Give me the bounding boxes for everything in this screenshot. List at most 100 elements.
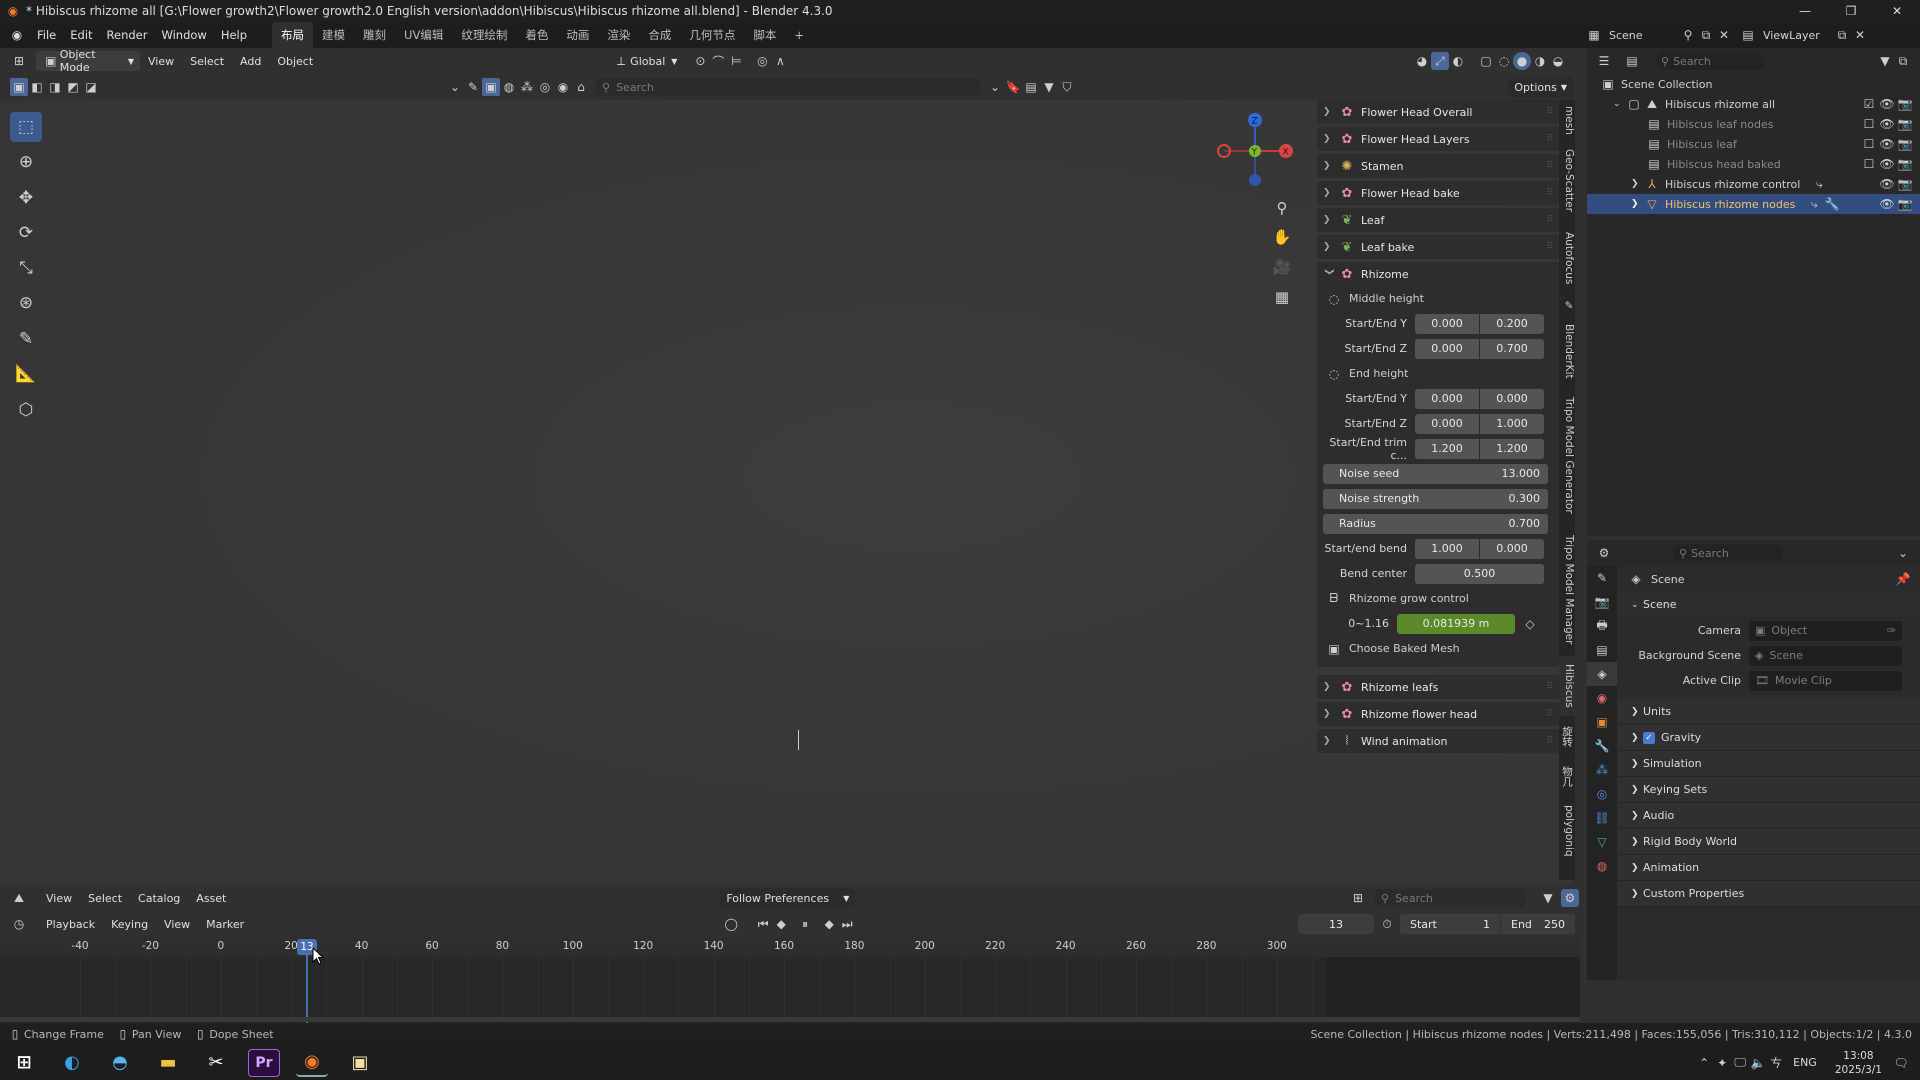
- workspace-tab-scripting[interactable]: 脚本: [744, 22, 785, 48]
- workspace-tab-compositing[interactable]: 合成: [639, 22, 680, 48]
- view-layer-tab-icon[interactable]: ▤: [1587, 638, 1617, 662]
- panel-rhizome-leafs[interactable]: ❯ ✿ Rhizome leafs ⠿: [1317, 675, 1559, 699]
- falloff-icon[interactable]: ∧: [771, 52, 789, 70]
- panel-flower-head-overall[interactable]: ❯ ✿ Flower Head Overall ⠿: [1317, 100, 1559, 124]
- tab-mesh[interactable]: mesh: [1559, 100, 1575, 138]
- menu-edit[interactable]: Edit: [63, 22, 99, 48]
- asset-menu-catalog[interactable]: Catalog: [130, 892, 188, 905]
- select-box-tool[interactable]: ⬚: [10, 112, 42, 142]
- asset-search-input[interactable]: ⚲ Search: [1375, 889, 1525, 907]
- panel-rhizome-flower-head[interactable]: ❯ ✿ Rhizome flower head ⠿: [1317, 702, 1559, 726]
- cursor-tool[interactable]: ⊕: [10, 147, 42, 177]
- noise-seed-field[interactable]: Noise seed 13.000: [1323, 463, 1548, 484]
- language-indicator[interactable]: ENG: [1793, 1056, 1817, 1069]
- render-tab-icon[interactable]: 📷: [1587, 590, 1617, 614]
- tool-tab-icon[interactable]: ✎: [1587, 566, 1617, 590]
- filter-scene-icon[interactable]: ⌂: [572, 78, 590, 96]
- funnel-icon[interactable]: ▼: [1539, 889, 1557, 907]
- capcut-icon[interactable]: ✂: [200, 1049, 232, 1077]
- outliner-item-selected[interactable]: ❯ ▽ Hibiscus rhizome nodes ⤷ 🔧 👁 📷: [1587, 194, 1920, 214]
- tab-tool-icon[interactable]: ✎: [1559, 294, 1575, 316]
- outliner-item[interactable]: ▤ Hibiscus head baked ☐ 👁 📷: [1587, 154, 1920, 174]
- tab-tripo-generator[interactable]: Tripo Model Generator: [1559, 386, 1575, 524]
- add-cube-tool[interactable]: ⬡: [10, 395, 42, 425]
- next-keyframe-icon[interactable]: ◆: [820, 915, 838, 933]
- pin-icon[interactable]: 📌: [1894, 570, 1912, 588]
- output-tab-icon[interactable]: 🖶: [1587, 614, 1617, 638]
- tab-physics[interactable]: 物几: [1559, 756, 1575, 796]
- section-rigid-body-world[interactable]: ❯ Rigid Body World: [1617, 829, 1920, 855]
- tray-chevron-icon[interactable]: ⌃: [1695, 1054, 1713, 1072]
- playhead-line[interactable]: [306, 955, 308, 1023]
- constraints-tab-icon[interactable]: ⛓: [1587, 806, 1617, 830]
- snap-icon[interactable]: ⌒: [709, 52, 727, 70]
- mid-end-z-field[interactable]: 0.700: [1480, 338, 1544, 359]
- overlay-icon[interactable]: ◐: [1449, 52, 1467, 70]
- premiere-pro-icon[interactable]: Pr: [248, 1048, 280, 1077]
- chevron-down-icon[interactable]: ⌄: [986, 78, 1004, 96]
- tab-hibiscus[interactable]: Hibiscus: [1559, 656, 1575, 716]
- asset-search-input[interactable]: ⚲ Search: [596, 78, 980, 96]
- radius-field[interactable]: Radius 0.700: [1323, 513, 1548, 534]
- select-mode-invert-icon[interactable]: ◩: [64, 78, 82, 96]
- camera-icon[interactable]: 📷: [1896, 155, 1914, 173]
- object-tab-icon[interactable]: ▣: [1587, 710, 1617, 734]
- outliner-search-input[interactable]: ⚲ Search: [1655, 52, 1765, 70]
- ime-icon[interactable]: ㄘ: [1767, 1054, 1785, 1072]
- section-custom-properties[interactable]: ❯ Custom Properties: [1617, 881, 1920, 907]
- scene-name[interactable]: Scene: [1609, 29, 1679, 42]
- start-frame-field[interactable]: Start 1: [1400, 914, 1500, 934]
- add-workspace-button[interactable]: +: [785, 22, 813, 48]
- section-animation[interactable]: ❯ Animation: [1617, 855, 1920, 881]
- funnel-icon[interactable]: ▼: [1040, 78, 1058, 96]
- eye-icon[interactable]: 👁: [1878, 115, 1896, 133]
- eyedropper-icon[interactable]: ✑: [1887, 624, 1896, 637]
- mid-start-z-field[interactable]: 0.000: [1415, 338, 1479, 359]
- prev-keyframe-icon[interactable]: ◆: [772, 915, 790, 933]
- asset-menu-view[interactable]: View: [38, 892, 80, 905]
- end-start-y-field[interactable]: 0.000: [1415, 388, 1479, 409]
- checkbox-icon[interactable]: ☑: [1860, 95, 1878, 113]
- menu-playback[interactable]: Playback: [38, 918, 103, 931]
- workspace-tab-sculpt[interactable]: 雕刻: [354, 22, 395, 48]
- visibility-icon[interactable]: ◕: [1413, 52, 1431, 70]
- grow-value-field[interactable]: 0.081939 m: [1397, 613, 1515, 634]
- data-tab-icon[interactable]: ▽: [1587, 830, 1617, 854]
- outliner-collection-hibiscus[interactable]: ⌄ ▢ ⛰ Hibiscus rhizome all ☑ 👁 📷: [1587, 94, 1920, 114]
- menu-marker[interactable]: Marker: [198, 918, 252, 931]
- panel-rhizome-header[interactable]: ❯ ✿ Rhizome: [1317, 262, 1559, 286]
- tab-rotate[interactable]: 旋转: [1559, 716, 1575, 756]
- volume-icon[interactable]: 🔈: [1749, 1054, 1767, 1072]
- timeline-area[interactable]: 13 -40 -20 0 20 40 60 80 100 120 140 160 180 200 220 2…: [0, 937, 1580, 1023]
- filter-chevron-icon[interactable]: ⌄: [446, 78, 464, 96]
- menu-select[interactable]: Select: [182, 55, 232, 68]
- wireframe-shading-icon[interactable]: ◌: [1495, 52, 1513, 70]
- material-tab-icon[interactable]: ◍: [1587, 854, 1617, 878]
- end-start-z-field[interactable]: 0.000: [1415, 413, 1479, 434]
- outliner-editor-icon[interactable]: ☰: [1595, 52, 1613, 70]
- pan-hand-icon[interactable]: ✋: [1271, 222, 1293, 252]
- pin-icon[interactable]: ⚲: [1679, 26, 1697, 44]
- outliner-item[interactable]: ▤ Hibiscus leaf nodes ☐ 👁 📷: [1587, 114, 1920, 134]
- network-icon[interactable]: 🖵: [1731, 1054, 1749, 1072]
- properties-editor-icon[interactable]: ⚙: [1595, 544, 1613, 562]
- gravity-checkbox[interactable]: ✓: [1643, 731, 1655, 744]
- noise-strength-field[interactable]: Noise strength 0.300: [1323, 488, 1548, 509]
- tab-autofocus[interactable]: Autofocus: [1559, 222, 1575, 294]
- tab-polygoniq[interactable]: polygoniq: [1559, 796, 1575, 866]
- menu-render[interactable]: Render: [100, 22, 155, 48]
- editor-type-icon[interactable]: ⊞: [10, 52, 28, 70]
- transform-tool[interactable]: ⊛: [10, 288, 42, 318]
- pivot-icon[interactable]: ⊙: [691, 52, 709, 70]
- end-frame-field[interactable]: End 250: [1501, 914, 1575, 934]
- eye-icon[interactable]: 👁: [1878, 195, 1896, 213]
- gizmo-toggle-icon[interactable]: ⤢: [1431, 52, 1449, 70]
- timeline-menu-view[interactable]: View: [156, 918, 198, 931]
- annotate-tool[interactable]: ✎: [10, 324, 42, 354]
- active-clip-field[interactable]: 🎞 Movie Clip: [1749, 670, 1902, 691]
- windows-start-icon[interactable]: ⊞: [8, 1049, 40, 1077]
- timeline-editor-icon[interactable]: ◷: [10, 915, 28, 933]
- eye-icon[interactable]: 👁: [1878, 135, 1896, 153]
- current-frame-field[interactable]: 13: [1298, 914, 1374, 934]
- solid-shading-icon[interactable]: ●: [1513, 52, 1531, 70]
